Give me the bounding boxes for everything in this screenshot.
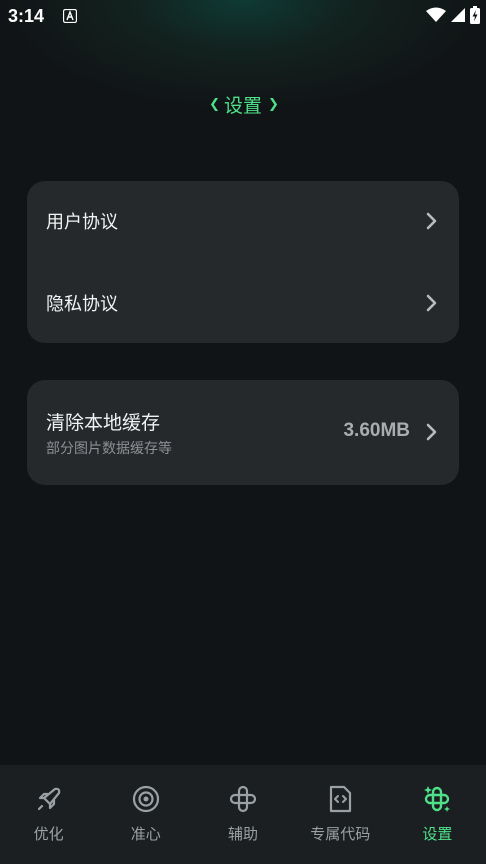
- page-title: 设置: [223, 94, 262, 117]
- chevron-left-decor-icon: ❮: [209, 96, 220, 112]
- helper-icon: [229, 785, 257, 813]
- clear-cache-title: 清除本地缓存: [46, 412, 161, 434]
- nav-label-settings: 设置: [422, 825, 453, 843]
- nav-label-helper: 辅助: [228, 825, 259, 843]
- user-agreement-label: 用户协议: [46, 212, 118, 233]
- wifi-icon: [426, 7, 446, 22]
- bottom-nav: 优化 准心 辅助 专属代码 设置: [0, 765, 486, 864]
- status-time: 3:14: [8, 6, 45, 26]
- battery-icon: [470, 6, 480, 24]
- nav-label-exclusive-code: 专属代码: [310, 825, 371, 843]
- user-agreement-row[interactable]: 用户协议: [27, 191, 459, 251]
- clear-cache-card[interactable]: 清除本地缓存 部分图片数据缓存等 3.60MB: [27, 380, 459, 485]
- status-icons: [426, 6, 480, 24]
- nav-item-exclusive-code[interactable]: 专属代码: [292, 765, 389, 864]
- code-file-icon: [330, 785, 352, 813]
- chevron-right-icon: [426, 294, 437, 312]
- nav-item-settings[interactable]: 设置: [389, 765, 486, 864]
- nav-item-optimize[interactable]: 优化: [0, 765, 97, 864]
- nav-item-crosshair[interactable]: 准心: [97, 765, 194, 864]
- nav-item-helper[interactable]: 辅助: [194, 765, 291, 864]
- chevron-right-decor-icon: ❯: [268, 96, 279, 112]
- settings-icon: [424, 786, 451, 812]
- status-bar: 3:14: [0, 0, 486, 34]
- nav-label-optimize: 优化: [33, 825, 64, 843]
- signal-icon: [451, 8, 465, 22]
- privacy-agreement-label: 隐私协议: [46, 294, 118, 315]
- privacy-agreement-row[interactable]: 隐私协议: [27, 273, 459, 333]
- nav-label-crosshair: 准心: [130, 825, 161, 843]
- rocket-icon: [37, 787, 60, 811]
- agreements-card: 用户协议 隐私协议: [27, 181, 459, 343]
- cache-size-value: 3.60MB: [343, 420, 410, 441]
- chevron-right-icon: [426, 423, 437, 441]
- chevron-right-icon: [426, 212, 437, 230]
- clear-cache-subtitle: 部分图片数据缓存等: [46, 441, 172, 457]
- page-header: ❮ 设置 ❯: [0, 86, 486, 122]
- crosshair-icon: [132, 785, 159, 813]
- notification-a-icon: [63, 9, 77, 23]
